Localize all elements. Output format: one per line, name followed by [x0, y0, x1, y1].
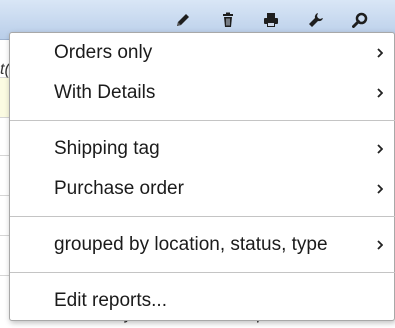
menu-item-orders-only[interactable]: Orders only: [10, 33, 395, 73]
chevron-right-icon: [377, 184, 383, 194]
pencil-icon: [177, 14, 189, 26]
search-button[interactable]: [348, 8, 372, 32]
chevron-right-icon: [377, 240, 383, 250]
trash-icon: [223, 12, 233, 27]
reports-context-menu: Orders only With Details Shipping tag Pu…: [9, 32, 395, 321]
menu-item-label: With Details: [54, 82, 156, 103]
menu-item-label: Orders only: [54, 42, 153, 63]
menu-separator: [10, 272, 395, 273]
menu-separator: [10, 216, 395, 217]
chevron-right-icon: [377, 48, 383, 58]
menu-item-edit-reports[interactable]: Edit reports...: [10, 281, 395, 321]
menu-separator: [10, 120, 395, 121]
chevron-right-icon: [377, 88, 383, 98]
menu-item-shipping-tag[interactable]: Shipping tag: [10, 129, 395, 169]
printer-icon: [264, 13, 278, 27]
menu-item-purchase-order[interactable]: Purchase order: [10, 169, 395, 209]
menu-item-with-details[interactable]: With Details: [10, 73, 395, 113]
menu-item-label: Shipping tag: [54, 138, 160, 159]
print-button[interactable]: [259, 8, 283, 32]
edit-button[interactable]: [171, 8, 195, 32]
menu-item-label: Edit reports...: [54, 290, 167, 311]
settings-button[interactable]: [304, 8, 328, 32]
menu-item-label: Purchase order: [54, 178, 184, 199]
wrench-icon: [309, 13, 323, 27]
menu-item-label: grouped by location, status, type: [54, 234, 328, 255]
delete-button[interactable]: [216, 8, 240, 32]
menu-item-grouped-by[interactable]: grouped by location, status, type: [10, 225, 395, 265]
search-icon: [352, 12, 368, 28]
chevron-right-icon: [377, 144, 383, 154]
